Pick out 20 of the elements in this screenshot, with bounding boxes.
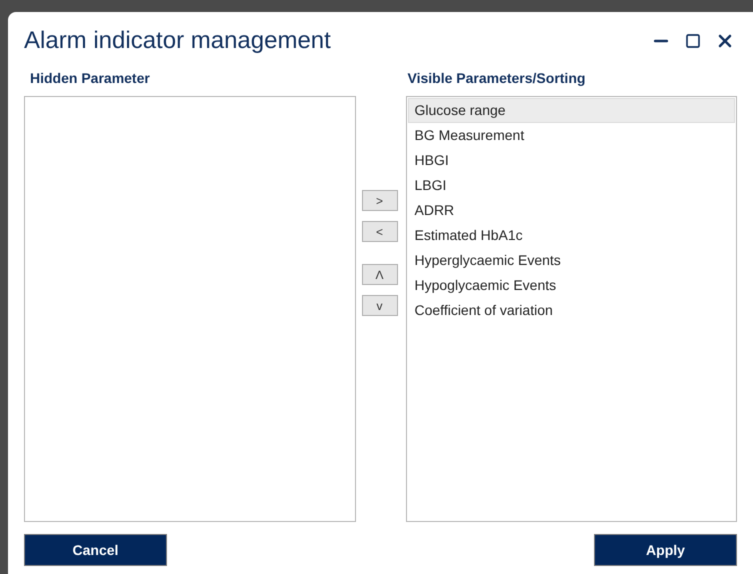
list-label: Hidden Parameter (29, 69, 151, 88)
window-title: Alarm indicator management (24, 26, 331, 56)
list-item[interactable]: LBGI (408, 173, 735, 198)
visible-parameter-list[interactable]: Glucose range BG Measurement HBGI LBGI ADRR Estimated HbA1c Hyperglycaemic Events Hypoglycaemic Events Coefficient of variation (406, 96, 737, 522)
move-button[interactable]: < (362, 221, 398, 242)
list-item[interactable]: Estimated HbA1c (408, 223, 735, 248)
list-item[interactable]: HBGI (408, 148, 735, 173)
list-item[interactable]: BG Measurement (408, 123, 735, 148)
apply-button[interactable]: Apply (594, 534, 737, 566)
cancel-button[interactable]: Cancel (24, 534, 167, 566)
move-button[interactable]: v (362, 295, 398, 316)
list-item[interactable]: Hypoglycaemic Events (408, 273, 735, 298)
maximize-icon[interactable] (685, 33, 701, 49)
list-item[interactable]: Hyperglycaemic Events (408, 248, 735, 273)
move-button[interactable]: > (362, 190, 398, 211)
list-item[interactable]: Glucose range (408, 98, 735, 123)
list-item[interactable]: Coefficient of variation (408, 298, 735, 323)
list-label: Visible Parameters/Sorting (406, 69, 586, 88)
list-item[interactable]: ADRR (408, 198, 735, 223)
move-button[interactable]: Λ (362, 264, 398, 285)
